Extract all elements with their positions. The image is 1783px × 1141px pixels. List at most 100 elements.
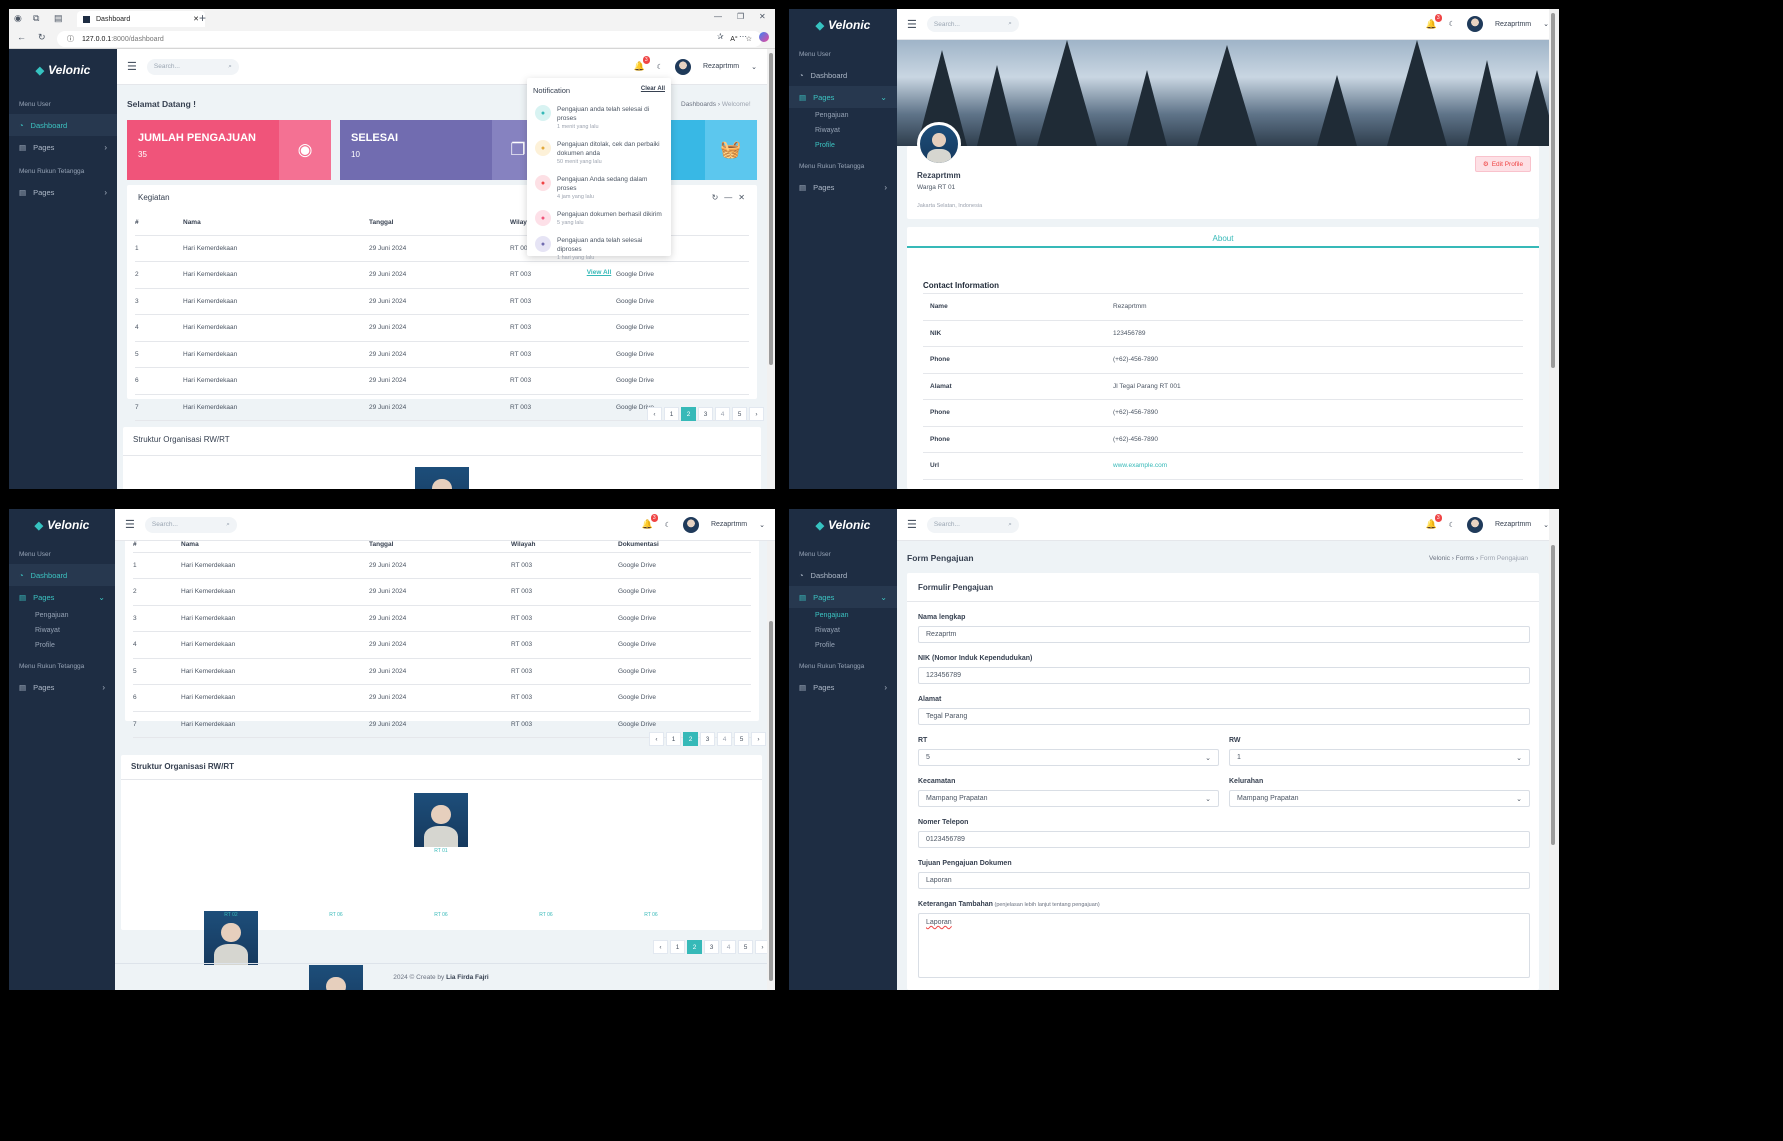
sidebar-item-dashboard[interactable]: ◔ Dashboard: [789, 64, 897, 86]
more-icon[interactable]: ⋯: [739, 32, 747, 41]
site-info-icon[interactable]: ⓘ: [67, 34, 74, 44]
scrollbar[interactable]: [1549, 9, 1559, 489]
sidebar-sub-riwayat[interactable]: Riwayat: [9, 623, 115, 638]
new-tab-icon[interactable]: +: [199, 11, 206, 25]
search-input[interactable]: Search... ⌕: [146, 58, 239, 75]
moon-icon[interactable]: ☾: [1449, 20, 1455, 28]
hamburger-icon[interactable]: ☰: [907, 518, 917, 531]
moon-icon[interactable]: ☾: [657, 63, 663, 71]
sidebar-item-dashboard[interactable]: ◔ Dashboard: [9, 114, 117, 136]
page-button[interactable]: 5: [738, 940, 753, 954]
window-close-icon[interactable]: ✕: [759, 12, 766, 21]
sidebar-item-pages[interactable]: ▤ Pages ⌄: [789, 86, 897, 108]
hamburger-icon[interactable]: ☰: [127, 60, 137, 73]
sidebar-sub-pengajuan[interactable]: Pengajuan: [789, 608, 897, 623]
sidebar-item-pages[interactable]: ▤ Pages ⌄: [9, 586, 115, 608]
nama-input[interactable]: Rezaprtm: [918, 626, 1530, 643]
scrollbar[interactable]: [767, 541, 775, 990]
tab-actions-icon[interactable]: ▤: [54, 13, 63, 24]
avatar[interactable]: [1466, 516, 1483, 533]
favorites-bar-icon[interactable]: ✰: [717, 32, 724, 41]
notification-item[interactable]: ● Pengajuan dokumen berhasil dikirim 5 yan…: [527, 206, 671, 232]
avatar[interactable]: [674, 58, 691, 75]
user-name[interactable]: Rezaprtmm: [711, 521, 747, 528]
page-button[interactable]: 5: [732, 407, 747, 421]
search-input[interactable]: Search... ⌕: [144, 516, 237, 533]
read-aloud-icon[interactable]: A°: [730, 36, 737, 43]
cell-dok[interactable]: Google Drive: [618, 684, 751, 712]
cell-dok[interactable]: Google Drive: [616, 288, 749, 315]
copilot-icon[interactable]: [759, 32, 769, 42]
page-button[interactable]: 2: [681, 407, 696, 421]
alamat-input[interactable]: Tegal Parang: [918, 708, 1530, 725]
page-button[interactable]: 1: [670, 940, 685, 954]
sidebar-sub-riwayat[interactable]: Riwayat: [789, 123, 897, 138]
page-button[interactable]: ›: [751, 732, 766, 746]
page-button[interactable]: 1: [666, 732, 681, 746]
sidebar-item-dashboard[interactable]: ◔ Dashboard: [9, 564, 115, 586]
page-button[interactable]: 3: [704, 940, 719, 954]
rt-select[interactable]: 5 ⌄: [918, 749, 1219, 766]
logo[interactable]: ◆ Velonic: [9, 49, 117, 91]
contact-value[interactable]: www.example.com: [1113, 462, 1167, 469]
collapse-icon[interactable]: —: [724, 193, 732, 202]
moon-icon[interactable]: ☾: [665, 521, 671, 529]
logo[interactable]: ◆ Velonic: [789, 509, 897, 541]
kecamatan-select[interactable]: Mampang Prapatan ⌄: [918, 790, 1219, 807]
breadcrumb-root[interactable]: Dashboards: [681, 101, 716, 108]
bell-icon[interactable]: 🔔 3: [1425, 13, 1442, 30]
cell-dok[interactable]: Google Drive: [618, 631, 751, 659]
hamburger-icon[interactable]: ☰: [125, 518, 135, 531]
breadcrumb-velonic[interactable]: Velonic: [1429, 555, 1450, 562]
breadcrumb-forms[interactable]: Forms: [1456, 555, 1474, 562]
user-name[interactable]: Rezaprtmm: [703, 63, 739, 70]
cell-dok[interactable]: Google Drive: [616, 341, 749, 368]
browser-tab[interactable]: Dashboard ✕: [77, 11, 205, 27]
search-input[interactable]: Search... ⌕: [926, 516, 1019, 533]
maximize-icon[interactable]: ❐: [737, 12, 744, 21]
scrollbar[interactable]: [1549, 509, 1559, 990]
bell-icon[interactable]: 🔔 3: [641, 514, 658, 530]
refresh-icon[interactable]: ↻: [712, 193, 719, 202]
minimize-icon[interactable]: —: [714, 12, 722, 21]
avatar[interactable]: [682, 516, 699, 533]
sidebar-item-pages-rt[interactable]: ▤ Pages ›: [9, 181, 117, 203]
sidebar-item-pages[interactable]: ▤ Pages ⌄: [789, 586, 897, 608]
telepon-input[interactable]: 0123456789: [918, 831, 1530, 848]
view-all-link[interactable]: View All: [527, 267, 671, 276]
moon-icon[interactable]: ☾: [1449, 521, 1455, 529]
page-button[interactable]: 3: [700, 732, 715, 746]
search-input[interactable]: Search... ⌕: [926, 16, 1019, 32]
page-button[interactable]: 2: [683, 732, 698, 746]
sidebar-item-pages-rt[interactable]: ▤ Pages ›: [789, 676, 897, 698]
clear-all-link[interactable]: Clear All: [641, 86, 665, 95]
edit-profile-button[interactable]: ⚙ Edit Profile: [1475, 156, 1531, 172]
hamburger-icon[interactable]: ☰: [907, 18, 917, 31]
page-button[interactable]: ‹: [649, 732, 664, 746]
bell-icon[interactable]: 🔔 3: [633, 56, 650, 72]
tujuan-input[interactable]: Laporan: [918, 872, 1530, 889]
sidebar-item-pages[interactable]: ▤ Pages ›: [9, 136, 117, 158]
sidebar-sub-riwayat[interactable]: Riwayat: [789, 623, 897, 638]
cell-dok[interactable]: Google Drive: [618, 552, 751, 579]
sidebar-sub-profile[interactable]: Profile: [9, 638, 115, 653]
page-button[interactable]: 1: [664, 407, 679, 421]
page-button[interactable]: 5: [734, 732, 749, 746]
avatar[interactable]: [1466, 16, 1483, 32]
page-button[interactable]: ‹: [653, 940, 668, 954]
cell-dok[interactable]: Google Drive: [616, 367, 749, 395]
workspaces-icon[interactable]: ⧉: [33, 13, 39, 24]
user-name[interactable]: Rezaprtmm: [1495, 521, 1531, 528]
sidebar-sub-pengajuan[interactable]: Pengajuan: [9, 608, 115, 623]
address-bar[interactable]: ⓘ 127.0.0.1:8000/dashboard A° ☆: [57, 31, 762, 47]
sidebar-sub-profile[interactable]: Profile: [789, 638, 897, 653]
user-name[interactable]: Rezaprtmm: [1495, 21, 1531, 28]
cell-dok[interactable]: Google Drive: [618, 658, 751, 685]
cell-dok[interactable]: Google Drive: [618, 578, 751, 606]
page-button[interactable]: 4: [717, 732, 732, 746]
kelurahan-select[interactable]: Mampang Prapatan ⌄: [1229, 790, 1530, 807]
sidebar-item-pages-rt[interactable]: ▤ Pages ›: [9, 676, 115, 698]
notification-item[interactable]: ● Pengajuan ditolak, cek dan perbaiki dok…: [527, 136, 671, 171]
page-button[interactable]: ›: [749, 407, 764, 421]
cell-dok[interactable]: Google Drive: [618, 605, 751, 632]
